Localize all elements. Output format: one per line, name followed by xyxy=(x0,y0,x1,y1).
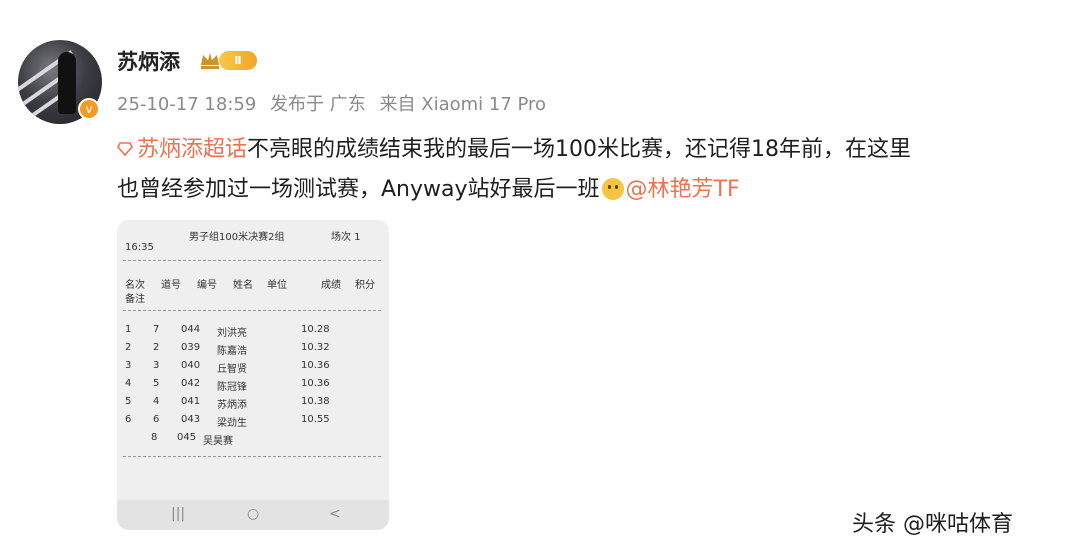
home-icon: ○ xyxy=(247,506,260,522)
result-cell: 6 xyxy=(125,414,132,425)
col-lane: 道号 xyxy=(161,280,181,291)
result-cell: 039 xyxy=(181,342,201,353)
result-cell: 042 xyxy=(181,378,201,389)
result-cell: 4 xyxy=(125,378,132,389)
crown-icon xyxy=(201,53,219,69)
col-name: 姓名 xyxy=(233,280,253,291)
post-text-line2: 也曾经参加过一场测试赛，Anyway站好最后一班 xyxy=(117,177,600,202)
watermark: 头条 @咪咕体育 xyxy=(852,512,1013,537)
result-cell: 043 xyxy=(181,414,201,425)
divider xyxy=(123,260,381,261)
emoji-icon xyxy=(601,178,624,200)
col-points: 积分 xyxy=(355,280,375,291)
post-date: 25-10-17 18:59 xyxy=(117,94,257,115)
result-cell: 苏炳添 xyxy=(217,400,247,411)
result-cell: 10.28 xyxy=(301,324,330,335)
post-text-line1: 不亮眼的成绩结束我的最后一场100米比赛，还记得18年前，在这里 xyxy=(247,137,912,162)
result-cell: 5 xyxy=(153,378,160,389)
post-source[interactable]: 来自 Xiaomi 17 Pro xyxy=(380,94,547,115)
result-cell: 8 xyxy=(151,432,158,443)
user-name[interactable]: 苏炳添 xyxy=(117,46,180,76)
divider xyxy=(123,456,381,457)
sheet-heat: 场次 1 xyxy=(331,232,361,243)
sheet-title: 男子组100米决赛2组 xyxy=(189,232,285,243)
mention-link[interactable]: @林艳芳TF xyxy=(626,177,740,202)
verified-icon: v xyxy=(78,98,100,120)
result-cell: 10.55 xyxy=(301,414,330,425)
result-cell: 2 xyxy=(153,342,160,353)
result-cell: 3 xyxy=(125,360,132,371)
back-icon: < xyxy=(329,506,341,522)
result-cell: 陈嘉浩 xyxy=(217,346,247,357)
result-cell: 陈冠锋 xyxy=(217,382,247,393)
result-cell: 梁劲生 xyxy=(217,418,247,429)
result-cell: 吴昊赛 xyxy=(203,436,233,447)
divider xyxy=(123,310,381,311)
col-bib: 编号 xyxy=(197,280,217,291)
post-location: 发布于 广东 xyxy=(270,94,366,115)
result-cell: 041 xyxy=(181,396,201,407)
supertopic-icon xyxy=(117,142,133,157)
result-cell: 045 xyxy=(177,432,197,443)
result-cell: 10.36 xyxy=(301,378,330,389)
level-badge[interactable]: Ⅱ xyxy=(219,51,257,70)
result-cell: 丘智贤 xyxy=(217,364,247,375)
result-cell: 4 xyxy=(153,396,160,407)
result-cell: 3 xyxy=(153,360,160,371)
result-cell: 1 xyxy=(125,324,132,335)
result-cell: 刘洪亮 xyxy=(217,328,247,339)
col-result: 成绩 xyxy=(321,280,341,291)
result-cell: 10.32 xyxy=(301,342,330,353)
result-cell: 7 xyxy=(153,324,160,335)
post-text: 苏炳添超话不亮眼的成绩结束我的最后一场100米比赛，还记得18年前，在这里 也曾… xyxy=(117,130,1017,210)
col-note: 备注 xyxy=(125,294,145,305)
result-cell: 5 xyxy=(125,396,132,407)
post-meta: 25-10-17 18:59 发布于 广东 来自 Xiaomi 17 Pro xyxy=(117,90,554,116)
result-cell: 040 xyxy=(181,360,201,371)
result-cell: 2 xyxy=(125,342,132,353)
col-unit: 单位 xyxy=(267,280,287,291)
phone-nav-bar: ||| ○ < xyxy=(117,500,389,530)
result-cell: 6 xyxy=(153,414,160,425)
recent-apps-icon: ||| xyxy=(171,506,186,522)
col-rank: 名次 xyxy=(125,280,145,291)
sheet-time: 16:35 xyxy=(125,242,154,253)
result-cell: 044 xyxy=(181,324,201,335)
topic-link[interactable]: 苏炳添超话 xyxy=(137,137,247,162)
results-screenshot[interactable]: 男子组100米决赛2组 场次 1 16:35 名次 道号 编号 姓名 单位 成绩… xyxy=(117,220,389,530)
result-cell: 10.38 xyxy=(301,396,330,407)
result-cell: 10.36 xyxy=(301,360,330,371)
